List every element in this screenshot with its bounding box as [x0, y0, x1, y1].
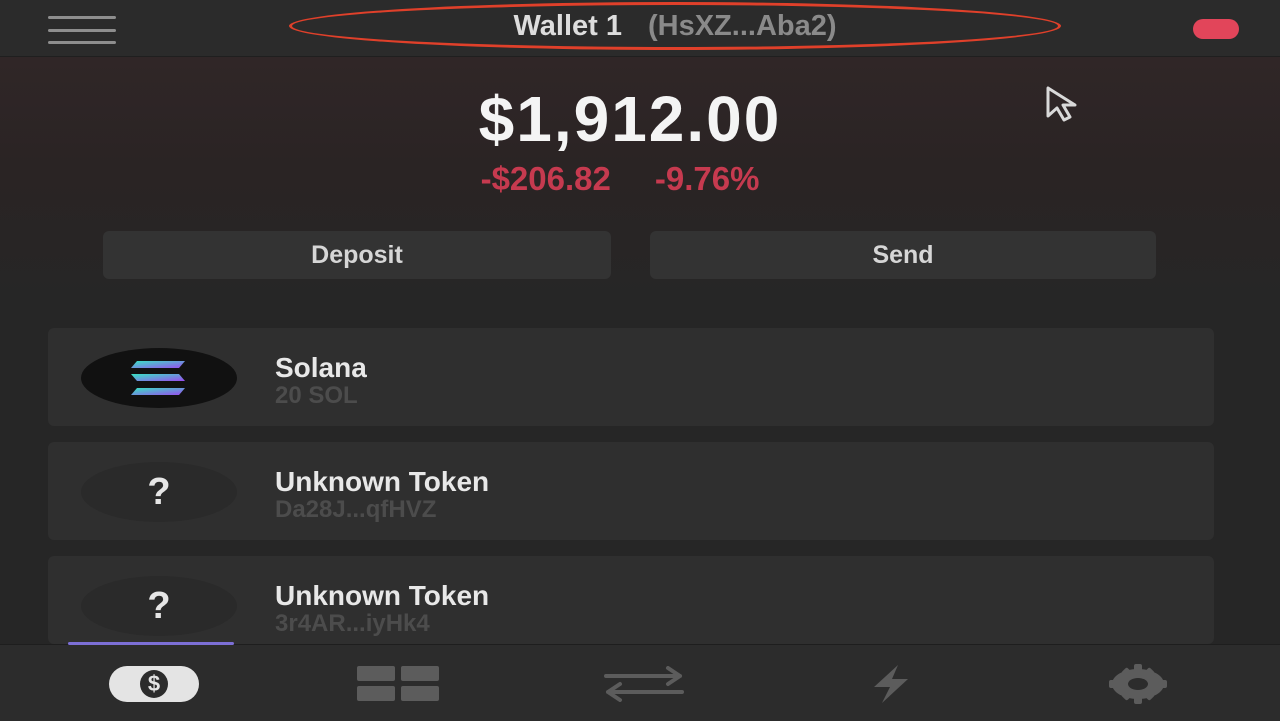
tab-settings[interactable]	[1078, 656, 1198, 712]
tab-swap[interactable]	[584, 656, 704, 712]
token-row-solana[interactable]: Solana 20 SOL	[48, 328, 1214, 426]
lightning-icon	[874, 665, 908, 703]
dollar-icon: $	[109, 666, 199, 702]
balance-change: -$206.82 -9.76%	[0, 160, 1240, 198]
annotation-highlight-ring	[289, 2, 1061, 50]
connection-status-dot[interactable]	[1193, 19, 1239, 39]
token-name: Solana	[275, 352, 367, 383]
gear-icon	[1109, 664, 1167, 704]
app-header: Wallet 1 (HsXZ...Aba2)	[0, 0, 1280, 57]
tab-activity[interactable]	[830, 656, 950, 712]
deposit-button[interactable]: Deposit	[103, 231, 611, 279]
hamburger-menu-icon[interactable]	[48, 16, 116, 44]
active-tab-indicator	[68, 642, 234, 645]
token-name: Unknown Token	[275, 466, 490, 497]
send-button[interactable]: Send	[650, 231, 1156, 279]
token-row-unknown-2[interactable]: ? Unknown Token 3r4AR...iyHk4	[48, 556, 1214, 644]
token-address: Da28J...qfHVZ	[275, 496, 437, 523]
tab-wallet[interactable]: $	[94, 656, 214, 712]
unknown-token-icon: ?	[81, 462, 237, 522]
token-address: 3r4AR...iyHk4	[275, 610, 430, 637]
dollar-glyph: $	[140, 670, 168, 698]
token-row-unknown-1[interactable]: ? Unknown Token Da28J...qfHVZ	[48, 442, 1214, 540]
mouse-cursor-icon	[1046, 86, 1077, 122]
token-balance: 20 SOL	[275, 382, 358, 409]
change-percent: -9.76%	[654, 160, 760, 197]
unknown-token-icon: ?	[81, 576, 237, 636]
tab-apps[interactable]	[338, 656, 458, 712]
change-amount: -$206.82	[480, 160, 611, 197]
token-name: Unknown Token	[275, 580, 490, 611]
solana-icon	[81, 348, 237, 408]
swap-arrows-icon	[604, 666, 684, 702]
apps-grid-icon	[357, 666, 439, 701]
